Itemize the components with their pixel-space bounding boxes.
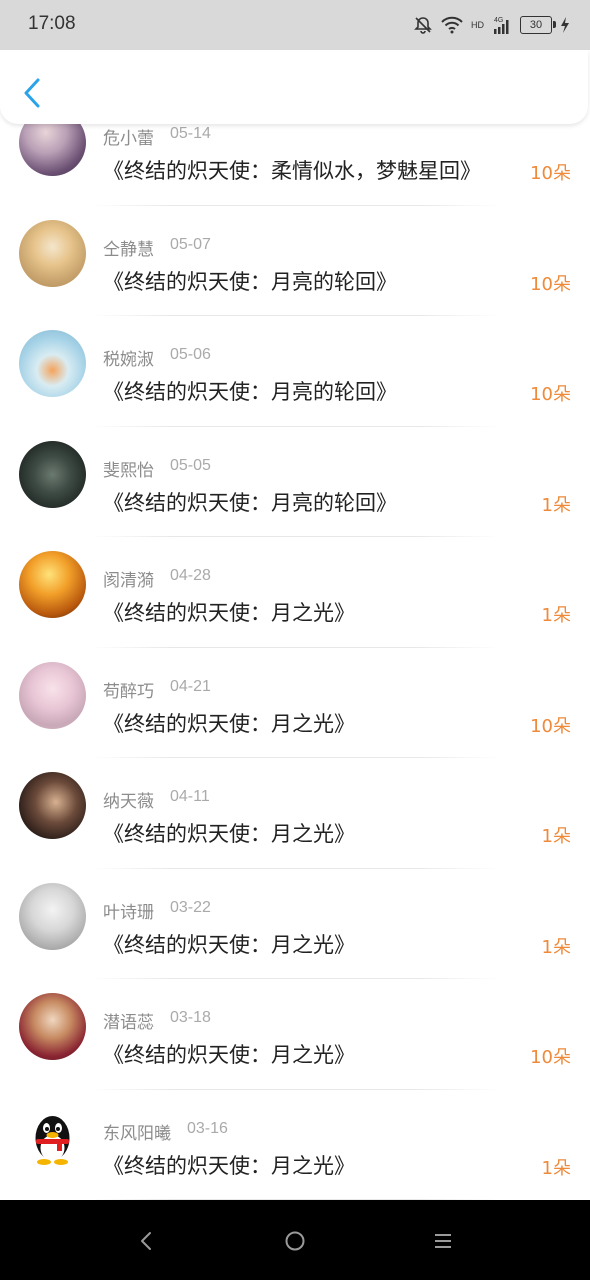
book-title: 《终结的炽天使：月之光》: [103, 1153, 355, 1178]
hd-label: HD: [471, 20, 484, 30]
book-title: 《终结的炽天使：月之光》: [103, 822, 355, 846]
list-item[interactable]: 潜语蕊 03-18 《终结的炽天使：月之光》 10朵: [0, 979, 590, 1090]
sender-name: 纳天薇: [103, 792, 154, 812]
nav-home-icon: [285, 1231, 305, 1251]
avatar[interactable]: [19, 661, 86, 729]
flower-count: 1朵: [541, 1157, 571, 1179]
sender-name: 斐熙怡: [103, 460, 154, 481]
status-icons: HD 4G 30: [413, 12, 570, 38]
flower-count: 1朵: [541, 826, 571, 847]
avatar[interactable]: [19, 330, 86, 397]
flower-count: 10朵: [530, 273, 571, 295]
avatar[interactable]: [19, 1103, 86, 1171]
status-bar: 17:08 HD 4G 30: [0, 0, 590, 50]
send-date: 05-06: [170, 346, 211, 363]
avatar[interactable]: [19, 219, 86, 287]
list-item[interactable]: 东风阳曦 03-16 《终结的炽天使：月之光》 1朵: [0, 1090, 590, 1200]
book-title: 《终结的炽天使：月之光》: [103, 932, 355, 957]
svg-text:4G: 4G: [494, 17, 503, 24]
book-title: 《终结的炽天使：月之光》: [103, 711, 355, 736]
send-date: 04-11: [170, 788, 210, 805]
sender-name: 税婉淑: [103, 350, 154, 370]
sender-name: 苟醉巧: [103, 681, 154, 702]
book-title: 《终结的炽天使：月亮的轮回》: [103, 380, 397, 404]
book-title: 《终结的炽天使：月亮的轮回》: [103, 269, 397, 294]
send-date: 05-05: [170, 456, 211, 474]
list-item[interactable]: 仝静慧 05-07 《终结的炽天使：月亮的轮回》 10朵: [0, 206, 590, 316]
send-date: 04-28: [170, 567, 211, 584]
send-date: 05-14: [170, 125, 211, 142]
nav-menu-icon: [435, 1234, 451, 1248]
sender-name: 叶诗珊: [103, 902, 154, 923]
avatar[interactable]: [19, 440, 86, 508]
book-title: 《终结的炽天使：柔情似水，梦魅星回》: [103, 159, 481, 183]
system-nav-bar: [0, 1200, 590, 1280]
sender-name: 潜语蕊: [103, 1013, 154, 1033]
qq-penguin-icon: [19, 1103, 86, 1171]
sender-name: 东风阳曦: [103, 1123, 171, 1144]
flower-count: 1朵: [541, 936, 571, 958]
status-time: 17:08: [28, 13, 76, 34]
nav-back-icon: [141, 1232, 151, 1250]
sender-name: 危小蕾: [103, 129, 154, 149]
nav-menu-button[interactable]: [430, 1228, 456, 1254]
back-button[interactable]: [20, 76, 44, 110]
send-date: 05-07: [170, 235, 211, 253]
list-item[interactable]: 苟醉巧 04-21 《终结的炽天使：月之光》 10朵: [0, 648, 590, 758]
send-date: 03-18: [170, 1009, 211, 1026]
wifi-icon: [441, 16, 463, 34]
bell-off-icon: [414, 17, 432, 34]
header-bar: [0, 50, 588, 124]
list-item[interactable]: 斐熙怡 05-05 《终结的炽天使：月亮的轮回》 1朵: [0, 427, 590, 537]
sender-name: 仝静慧: [103, 239, 154, 260]
charging-icon: [561, 17, 569, 33]
avatar[interactable]: [19, 772, 86, 839]
signal-icon: 4G: [494, 17, 509, 34]
flower-count: 10朵: [530, 163, 571, 184]
list-item[interactable]: 税婉淑 05-06 《终结的炽天使：月亮的轮回》 10朵: [0, 316, 590, 427]
avatar[interactable]: [19, 551, 86, 618]
list-item[interactable]: 叶诗珊 03-22 《终结的炽天使：月之光》 1朵: [0, 869, 590, 979]
flower-count: 10朵: [530, 715, 571, 737]
flower-count: 1朵: [541, 494, 571, 516]
book-title: 《终结的炽天使：月亮的轮回》: [103, 490, 397, 515]
book-title: 《终结的炽天使：月之光》: [103, 1043, 355, 1067]
list-item[interactable]: 阂清漪 04-28 《终结的炽天使：月之光》 1朵: [0, 537, 590, 648]
list-item[interactable]: 纳天薇 04-11 《终结的炽天使：月之光》 1朵: [0, 758, 590, 869]
gift-record-list: 危小蕾 05-14 《终结的炽天使：柔情似水，梦魅星回》 10朵 仝静慧 05-07 《终结…: [0, 95, 590, 1200]
book-title: 《终结的炽天使：月之光》: [103, 601, 355, 625]
battery-indicator: 30: [520, 16, 556, 34]
send-date: 04-21: [170, 677, 211, 695]
avatar[interactable]: [19, 882, 86, 950]
flower-count: 10朵: [530, 1047, 571, 1068]
chevron-left-icon: [24, 78, 40, 108]
send-date: 03-22: [170, 898, 211, 916]
avatar[interactable]: [19, 993, 86, 1060]
sender-name: 阂清漪: [103, 571, 154, 591]
flower-count: 10朵: [530, 384, 571, 405]
nav-back-button[interactable]: [134, 1228, 160, 1254]
send-date: 03-16: [187, 1119, 228, 1137]
flower-count: 1朵: [541, 605, 571, 626]
nav-home-button[interactable]: [282, 1228, 308, 1254]
